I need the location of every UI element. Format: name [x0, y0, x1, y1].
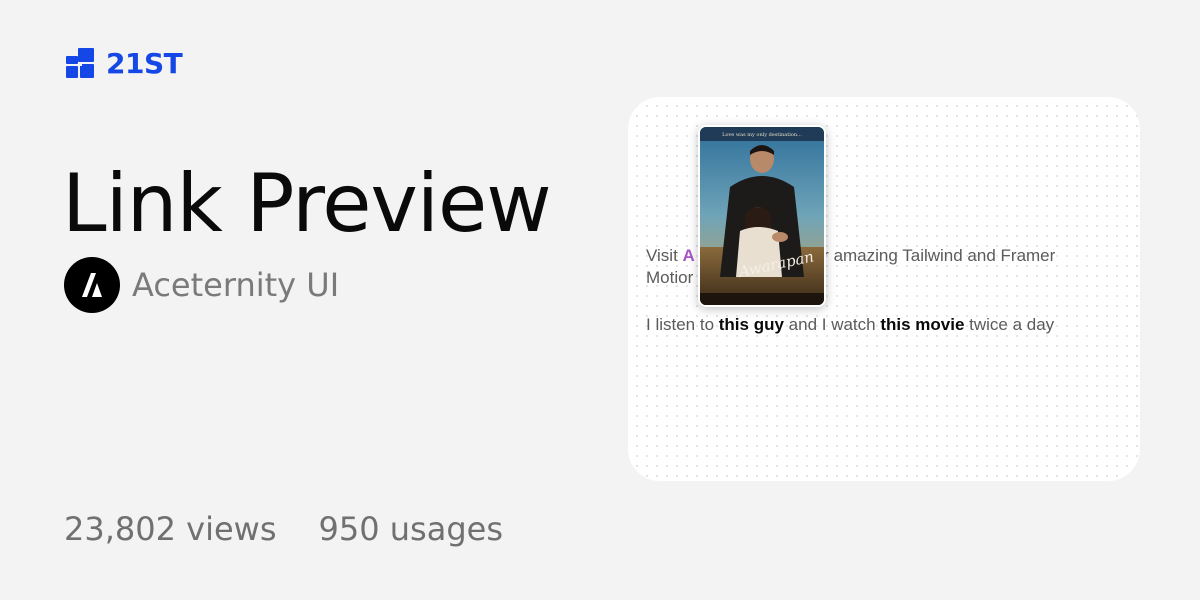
p2-middle: and I watch — [783, 315, 881, 334]
brand-name: 21ST — [106, 46, 183, 80]
this-guy-link[interactable]: this guy — [719, 315, 784, 334]
component-title: Link Preview — [62, 157, 552, 250]
p1-line2: Motior — [646, 268, 694, 287]
p2-suffix: twice a day — [964, 315, 1055, 334]
this-movie-link[interactable]: this movie — [880, 315, 964, 334]
aceternity-logo-icon — [82, 273, 102, 297]
avatar — [64, 257, 120, 313]
poster-tagline: Love was my only destination... — [722, 132, 802, 138]
author[interactable]: Aceternity UI — [64, 257, 339, 313]
preview-card: Visit Ad for amazing Tailwind and Framer… — [628, 97, 1140, 481]
link-preview-popup[interactable]: Love was my only destination... Awarapan — [698, 125, 826, 307]
brand-mark-icon — [66, 48, 94, 78]
brand-logo[interactable]: 21ST — [64, 46, 183, 80]
views-count: 23,802 views — [64, 510, 277, 548]
page: 21ST Link Preview Aceternity UI 23,802 v… — [0, 0, 1200, 600]
preview-paragraph-2: I listen to this guy and I watch this mo… — [646, 314, 1126, 336]
p1-suffix: d for amazing Tailwind and Framer — [794, 246, 1056, 265]
author-name: Aceternity UI — [132, 266, 340, 304]
movie-poster-image: Love was my only destination... Awarapan — [700, 127, 824, 305]
usages-count: 950 usages — [318, 510, 503, 548]
p2-prefix: I listen to — [646, 315, 719, 334]
stats: 23,802 views 950 usages — [64, 510, 503, 548]
p1-link[interactable]: A — [683, 246, 695, 265]
p1-prefix: Visit — [646, 246, 683, 265]
